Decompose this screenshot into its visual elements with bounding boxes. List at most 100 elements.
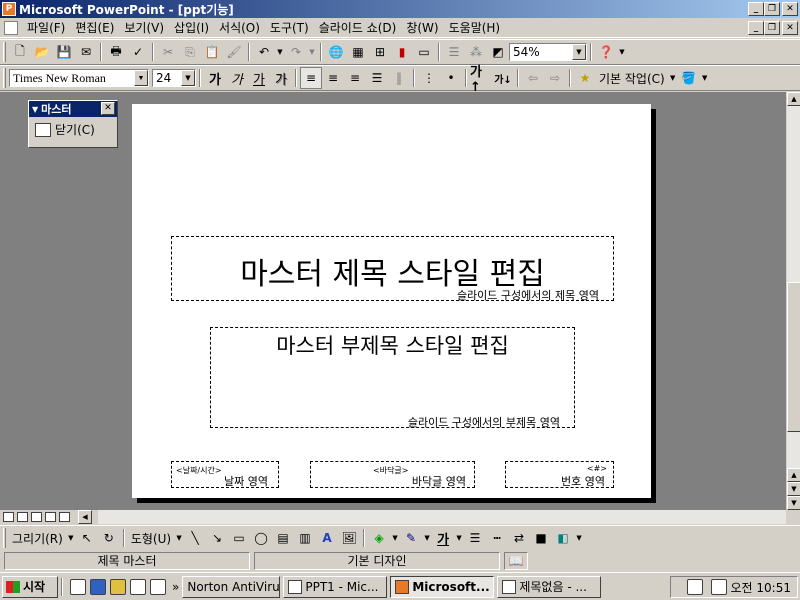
doc-restore-button[interactable]: ❐ xyxy=(764,21,780,35)
slide-sorter-icon[interactable] xyxy=(45,512,56,522)
menu-view[interactable]: 보기(V) xyxy=(119,19,169,37)
task-norton[interactable]: Norton AntiVirus xyxy=(182,575,281,598)
demote-icon[interactable]: ⇨ xyxy=(544,67,566,89)
task-untitled[interactable]: 제목없음 - ... xyxy=(497,575,602,598)
bold-icon[interactable]: 가 xyxy=(204,67,226,89)
dash-style-icon[interactable]: ┅ xyxy=(486,527,508,549)
font-color-dropdown-icon[interactable]: ▼ xyxy=(454,527,464,549)
distribute-icon[interactable]: ‖ xyxy=(388,67,410,89)
autoshapes-dropdown-icon[interactable]: ▼ xyxy=(174,527,184,549)
toolbar-menu-icon[interactable]: ▼ xyxy=(32,105,38,114)
document-icon[interactable] xyxy=(4,20,18,35)
common-tasks-dropdown-icon[interactable]: ▼ xyxy=(668,67,678,89)
master-toolbar-title[interactable]: ▼ 마스터 ✕ xyxy=(29,101,117,117)
toolbar-options-icon[interactable]: ▼ xyxy=(700,67,710,89)
menu-tools[interactable]: 도구(T) xyxy=(265,19,314,37)
align-left-icon[interactable]: ≡ xyxy=(300,67,322,89)
wordart-icon[interactable]: A xyxy=(316,527,338,549)
justify-icon[interactable]: ☰ xyxy=(366,67,388,89)
restore-button[interactable]: ❐ xyxy=(764,2,780,16)
zoom-combo[interactable]: 54% ▼ xyxy=(509,43,587,61)
fill-color-icon[interactable]: ◈ xyxy=(368,527,390,549)
spelling-status-icon[interactable]: 📖 xyxy=(504,552,528,570)
number-placeholder[interactable]: <#> 번호 영역 xyxy=(505,461,614,488)
minimize-button[interactable]: _ xyxy=(748,2,764,16)
clipart-icon[interactable]: 🖼 xyxy=(338,527,360,549)
zoom-dropdown-icon[interactable]: ▼ xyxy=(572,44,586,60)
doc-minimize-button[interactable]: _ xyxy=(748,21,764,35)
scroll-thumb[interactable] xyxy=(787,282,800,432)
common-tasks-button[interactable]: 기본 작업(C) xyxy=(596,70,668,87)
promote-icon[interactable]: ⇦ xyxy=(522,67,544,89)
show-formatting-icon[interactable]: ⁂ xyxy=(465,41,487,63)
numbering-icon[interactable]: ⋮ xyxy=(418,67,440,89)
hyperlink-icon[interactable]: 🌐 xyxy=(325,41,347,63)
decrease-font-icon[interactable]: 가↓ xyxy=(492,67,514,89)
next-slide-icon[interactable]: ▼ xyxy=(787,482,800,496)
outline-view-icon[interactable] xyxy=(17,512,28,522)
shadow-icon[interactable]: 가 xyxy=(270,67,292,89)
powerpoint-app-icon[interactable]: P xyxy=(2,2,16,16)
quicklaunch-outlook-icon[interactable] xyxy=(110,578,126,595)
menu-edit[interactable]: 편집(E) xyxy=(70,19,119,37)
menu-slideshow[interactable]: 슬라이드 쇼(D) xyxy=(314,19,402,37)
3d-icon[interactable]: ◧ xyxy=(552,527,574,549)
font-name-combo[interactable]: Times New Roman ▼ xyxy=(9,69,149,87)
italic-icon[interactable]: 가 xyxy=(226,67,248,89)
line-color-icon[interactable]: ✎ xyxy=(400,527,422,549)
menu-window[interactable]: 창(W) xyxy=(401,19,443,37)
arrow-icon[interactable]: ↘ xyxy=(206,527,228,549)
clock[interactable]: 오전 10:51 xyxy=(731,579,791,596)
slide-show-icon[interactable] xyxy=(59,512,70,522)
autoshapes-button[interactable]: 도형(U) xyxy=(128,530,174,547)
scroll-down-icon[interactable]: ▼ xyxy=(787,496,800,510)
date-placeholder[interactable]: <날짜/시간> 날짜 영역 xyxy=(171,461,279,488)
line-color-dropdown-icon[interactable]: ▼ xyxy=(422,527,432,549)
close-master-view-button[interactable]: 닫기(C) xyxy=(29,117,117,142)
start-button[interactable]: 시작 xyxy=(2,575,58,598)
quicklaunch-ie-icon[interactable] xyxy=(90,578,106,595)
bullets-icon[interactable]: • xyxy=(440,67,462,89)
slide-canvas[interactable]: 마스터 제목 스타일 편집 슬라이드 구성에서의 제목 영역 마스터 부제목 스… xyxy=(132,104,651,498)
redo-dropdown-icon[interactable]: ▼ xyxy=(307,41,317,63)
menu-file[interactable]: 파일(F) xyxy=(22,19,70,37)
subtitle-placeholder[interactable]: 마스터 부제목 스타일 편집 슬라이드 구성에서의 부제목 영역 xyxy=(210,327,575,429)
align-center-icon[interactable]: ≡ xyxy=(322,67,344,89)
draw-menu-button[interactable]: 그리기(R) xyxy=(9,530,66,547)
email-icon[interactable]: ✉ xyxy=(75,41,97,63)
font-size-combo[interactable]: 24 ▼ xyxy=(152,69,196,87)
task-microsoft[interactable]: Microsoft... xyxy=(390,575,495,598)
menu-insert[interactable]: 삽입(I) xyxy=(169,19,214,37)
vertical-textbox-icon[interactable]: ▥ xyxy=(294,527,316,549)
size-dropdown-icon[interactable]: ▼ xyxy=(181,70,195,86)
menu-format[interactable]: 서식(O) xyxy=(214,19,265,37)
select-objects-icon[interactable]: ↖ xyxy=(76,527,98,549)
toolbar-options-icon[interactable]: ▼ xyxy=(574,527,584,549)
subtitle-text[interactable]: 마스터 부제목 스타일 편집 xyxy=(211,330,574,360)
close-button[interactable]: ✕ xyxy=(782,2,798,16)
draw-dropdown-icon[interactable]: ▼ xyxy=(66,527,76,549)
quicklaunch-overflow-icon[interactable]: » xyxy=(172,580,179,594)
horizontal-scrollbar[interactable] xyxy=(98,510,786,524)
format-painter-icon[interactable]: 🖌 xyxy=(223,41,245,63)
shadow-icon[interactable]: ■ xyxy=(530,527,552,549)
underline-icon[interactable]: 가 xyxy=(248,67,270,89)
textbox-icon[interactable]: ▤ xyxy=(272,527,294,549)
fill-dropdown-icon[interactable]: ▼ xyxy=(390,527,400,549)
animation-effects-icon[interactable]: ★ xyxy=(574,67,596,89)
quicklaunch-search-icon[interactable] xyxy=(150,578,166,595)
save-icon[interactable]: 💾 xyxy=(53,41,75,63)
rectangle-icon[interactable]: ▭ xyxy=(228,527,250,549)
increase-font-icon[interactable]: 가↑ xyxy=(470,65,492,95)
menu-help[interactable]: 도움말(H) xyxy=(444,19,506,37)
quicklaunch-desktop-icon[interactable] xyxy=(70,578,86,595)
close-icon[interactable]: ✕ xyxy=(101,102,115,115)
tables-borders-icon[interactable]: ▦ xyxy=(347,41,369,63)
undo-dropdown-icon[interactable]: ▼ xyxy=(275,41,285,63)
line-style-icon[interactable]: ☰ xyxy=(464,527,486,549)
font-dropdown-icon[interactable]: ▼ xyxy=(134,70,148,86)
copy-icon[interactable]: ⎘ xyxy=(179,41,201,63)
toolbar-options-icon[interactable]: ▼ xyxy=(617,41,627,63)
paste-icon[interactable]: 📋 xyxy=(201,41,223,63)
insert-chart-icon[interactable]: ▮ xyxy=(391,41,413,63)
